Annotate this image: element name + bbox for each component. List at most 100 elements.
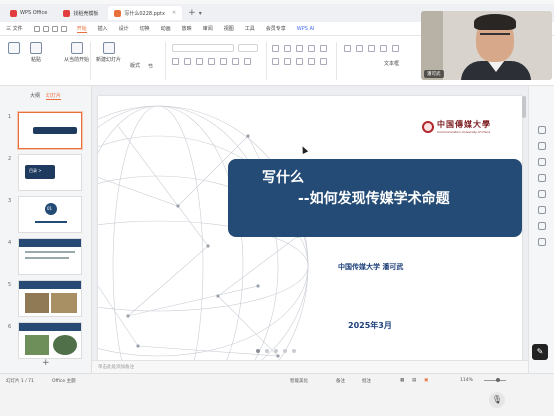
sorter-view-icon[interactable]: ▤ [412, 378, 416, 383]
menu-slideshow[interactable]: 放映 [182, 25, 192, 32]
close-tab-icon[interactable]: ✕ [172, 10, 176, 16]
properties-icon[interactable] [538, 126, 546, 134]
tab-outline[interactable]: 大纲 [30, 92, 40, 100]
tab-template[interactable]: 找稻壳模板 [57, 6, 104, 20]
slide-thumbnail-1[interactable] [18, 112, 82, 149]
bullets-icon[interactable] [272, 45, 279, 52]
menu-view[interactable]: 视图 [224, 25, 234, 32]
menu-tools[interactable]: 工具 [245, 25, 255, 32]
textbox-button[interactable]: 文本框 [384, 60, 399, 67]
microphone-icon[interactable]: 🎙 [489, 392, 505, 408]
new-tab-icon[interactable]: + [188, 8, 196, 18]
animation-pane-icon[interactable] [538, 142, 546, 150]
align-left-icon[interactable] [272, 58, 279, 65]
layers-icon[interactable] [538, 206, 546, 214]
slide-thumbnail-4[interactable] [18, 238, 82, 275]
layout-button[interactable]: 版式 [130, 62, 140, 69]
print-icon[interactable] [42, 25, 49, 32]
tab-slides[interactable]: 幻灯片 [46, 92, 62, 100]
notes-field[interactable]: 单击此处添加备注 [92, 360, 528, 373]
redo-icon[interactable] [60, 25, 67, 32]
shape-rect-icon[interactable] [344, 45, 351, 52]
shape-more-icon[interactable] [392, 45, 399, 52]
reading-view-icon[interactable]: ▣ [424, 378, 428, 383]
slide-thumbnail-5[interactable] [18, 280, 82, 317]
menu-home[interactable]: 开始 [76, 25, 87, 33]
shape-style-icon[interactable] [538, 158, 546, 166]
share-icon[interactable] [538, 222, 546, 230]
menu-animation[interactable]: 动画 [161, 25, 171, 32]
outdent-icon[interactable] [308, 45, 315, 52]
thumb-title: 目录 > [29, 168, 42, 173]
align-right-icon[interactable] [296, 58, 303, 65]
comments-button[interactable]: 批注 [362, 378, 371, 384]
tab-document[interactable]: 写什么0228.pptx ✕ [108, 6, 183, 20]
shape-arrow-icon[interactable] [368, 45, 375, 52]
superscript-icon[interactable] [220, 58, 227, 65]
notes-button[interactable]: 备注 [336, 378, 345, 384]
zoom-level[interactable]: 114% [460, 378, 473, 383]
slide-author[interactable]: 中国传媒大学 潘可武 [338, 262, 403, 272]
undo-icon[interactable] [51, 25, 58, 32]
tab-wps-office[interactable]: WPS Office [4, 6, 53, 20]
webcam-video[interactable]: 潘可武 [421, 11, 552, 80]
thumb-image [25, 293, 49, 313]
menu-wps-ai[interactable]: WPS AI [297, 26, 315, 32]
save-icon[interactable] [33, 25, 40, 32]
zoom-slider[interactable] [484, 378, 506, 382]
font-size-select[interactable] [238, 44, 258, 52]
strikethrough-icon[interactable] [208, 58, 215, 65]
slide-thumbnail-2[interactable]: 目录 > [18, 154, 82, 191]
underline-icon[interactable] [196, 58, 203, 65]
slide-thumbnail-6[interactable] [18, 322, 82, 359]
slide-thumbnail-3[interactable]: 01 [18, 196, 82, 233]
menu-member[interactable]: 会员专享 [266, 25, 286, 32]
new-slide-label: 新建幻灯片 [96, 57, 122, 63]
pager-dot[interactable] [283, 349, 287, 353]
menu-transition[interactable]: 切换 [140, 25, 150, 32]
slide-date[interactable]: 2025年3月 [348, 320, 392, 331]
shape-ellipse-icon[interactable] [356, 45, 363, 52]
bold-icon[interactable] [172, 58, 179, 65]
file-menu[interactable]: 三 文件 [6, 25, 23, 32]
from-start-button[interactable]: 从当前开始 [64, 42, 89, 63]
effects-icon[interactable] [538, 190, 546, 198]
justify-icon[interactable] [308, 58, 315, 65]
bottom-area: 🎙 [0, 387, 554, 416]
pager-dot[interactable] [292, 349, 296, 353]
font-color-icon[interactable] [232, 58, 239, 65]
shape-line-icon[interactable] [380, 45, 387, 52]
align-center-icon[interactable] [284, 58, 291, 65]
thumb-image [53, 335, 77, 355]
columns-icon[interactable] [320, 58, 327, 65]
format-painter-button[interactable] [8, 42, 20, 54]
italic-icon[interactable] [184, 58, 191, 65]
section-button[interactable]: 节 [148, 63, 153, 70]
logo-chinese: 中国傳媒大學 [437, 119, 491, 129]
indent-icon[interactable] [296, 45, 303, 52]
ribbon-divider [90, 42, 91, 80]
line-spacing-icon[interactable] [320, 45, 327, 52]
add-slide-icon[interactable]: + [42, 358, 50, 368]
highlight-icon[interactable] [244, 58, 251, 65]
status-bar: 幻灯片 1 / 71 Office 主题 智能美化 备注 批注 ▦ ▤ ▣ 11… [0, 373, 554, 387]
pager-dot[interactable] [274, 349, 278, 353]
vertical-scrollbar[interactable] [522, 96, 526, 118]
menu-review[interactable]: 审阅 [203, 25, 213, 32]
more-tools-icon[interactable] [538, 238, 546, 246]
smart-beautify-button[interactable]: 智能美化 [290, 378, 308, 384]
pager-dot[interactable] [256, 349, 260, 353]
numbering-icon[interactable] [284, 45, 291, 52]
menu-design[interactable]: 设计 [119, 25, 129, 32]
title-box[interactable]: 写什么 --如何发现传媒学术命题 [228, 159, 522, 237]
paste-button[interactable]: 粘贴 [30, 42, 42, 63]
selection-pane-icon[interactable] [538, 174, 546, 182]
new-slide-button[interactable]: 新建幻灯片 [96, 42, 121, 63]
font-family-select[interactable] [172, 44, 234, 52]
chevron-down-icon[interactable]: ▾ [199, 10, 202, 17]
quick-access-toolbar [33, 25, 67, 32]
pager-dot[interactable] [265, 349, 269, 353]
menu-insert[interactable]: 插入 [98, 25, 108, 32]
pen-tool-icon[interactable]: ✎ [532, 344, 548, 360]
normal-view-icon[interactable]: ▦ [400, 378, 404, 383]
